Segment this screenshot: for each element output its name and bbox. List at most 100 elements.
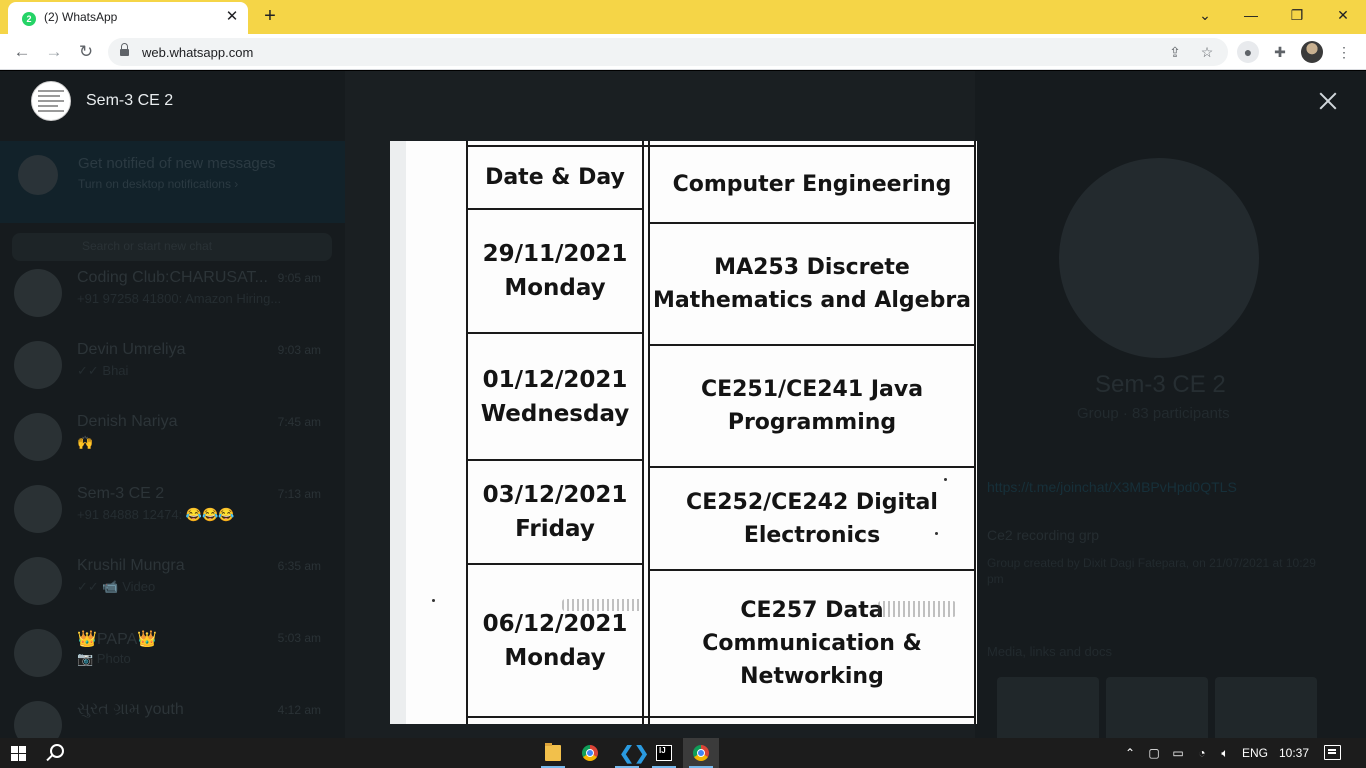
chat-time: 6:35 am	[277, 559, 321, 573]
scan-edge	[390, 141, 406, 724]
media-thumbnail[interactable]	[997, 677, 1099, 738]
chat-time: 9:05 am	[277, 271, 321, 285]
chat-list-panel: Get notified of new messages Turn on des…	[0, 71, 345, 738]
exam-subject-cell: MA253 Discrete Mathematics and Algebra	[652, 255, 972, 313]
group-avatar[interactable]	[31, 81, 71, 121]
close-window-button[interactable]: ✕	[1330, 4, 1356, 26]
chat-item[interactable]: 👑PAPA👑 5:03 am 📷 Photo	[0, 617, 345, 689]
group-created-info: Group created by Dixit Dagi Fatepara, on…	[987, 556, 1316, 586]
exam-date-cell: 06/12/2021 Monday	[482, 610, 628, 671]
group-link[interactable]: https://t.me/joinchat/X3MBPvHpd0QTLS	[987, 479, 1237, 495]
chat-last-message: ✓✓ Bhai	[77, 363, 129, 378]
windows-taskbar: ❮❯ IJ ⌃ ▢ ▭ ◔ 🔈︎ ENG 10:37	[0, 738, 1366, 768]
chat-item[interactable]: Devin Umreliya 9:03 am ✓✓ Bhai	[0, 329, 345, 401]
group-description: Ce2 recording grp	[987, 527, 1100, 543]
lock-icon[interactable]	[120, 43, 129, 57]
chat-time: 9:03 am	[277, 343, 321, 357]
tab-search-chevron-icon[interactable]: ⌄	[1192, 4, 1218, 26]
exam-subject-cell: CE251/CE241 Java Programming	[700, 377, 924, 435]
exam-date-cell: 29/11/2021 Monday	[482, 241, 628, 301]
whatsapp-favicon-icon: 2	[22, 12, 36, 26]
tab-strip: 2 (2) WhatsApp ✕ + ⌄ — ❐ ✕	[0, 0, 1366, 34]
notification-title: Get notified of new messages	[78, 155, 276, 172]
volume-icon[interactable]: 🔈︎	[1215, 738, 1235, 768]
table-rule	[974, 141, 976, 724]
chrome-taskbar-button[interactable]	[572, 738, 608, 768]
minimize-button[interactable]: —	[1238, 4, 1264, 26]
chat-last-message: 📷 Photo	[77, 651, 131, 666]
avatar	[14, 485, 62, 533]
meet-now-icon[interactable]: ▢	[1144, 738, 1164, 768]
chat-last-message: +91 84888 12474: 😂😂😂	[77, 507, 235, 522]
close-viewer-icon[interactable]	[1316, 89, 1340, 113]
chat-time: 7:13 am	[277, 487, 321, 501]
chat-time: 5:03 am	[277, 631, 321, 645]
group-avatar[interactable]	[1059, 158, 1259, 358]
forward-button[interactable]: →	[42, 40, 66, 64]
exam-subject-cell: CE257 Data Communication & Networking	[702, 598, 922, 689]
avatar	[14, 413, 62, 461]
wifi-icon[interactable]: ◔	[1192, 738, 1212, 768]
chat-name: 👑PAPA👑	[77, 631, 158, 648]
file-explorer-button[interactable]	[535, 738, 571, 768]
new-tab-button[interactable]: +	[258, 5, 282, 29]
chat-item[interactable]: Denish Nariya 7:45 am 🙌	[0, 401, 345, 473]
media-thumbnail[interactable]	[1106, 677, 1208, 738]
bookmark-star-icon[interactable]: ☆	[1196, 42, 1218, 62]
chat-last-message: +91 97258 41800: Amazon Hiring...	[77, 291, 282, 306]
bell-off-icon	[18, 155, 58, 195]
avatar	[14, 269, 62, 317]
tab-whatsapp[interactable]: 2 (2) WhatsApp ✕	[8, 2, 248, 34]
profile-avatar[interactable]	[1301, 41, 1323, 63]
avatar	[14, 557, 62, 605]
notification-subtitle[interactable]: Turn on desktop notifications ›	[78, 177, 238, 191]
tab-close-icon[interactable]: ✕	[222, 7, 242, 27]
exam-timetable-image[interactable]: Date & Day Computer Engineering 29/11/20…	[390, 141, 977, 724]
scan-speck	[432, 599, 435, 602]
chrome-menu-icon[interactable]: ⋮	[1333, 41, 1355, 63]
chat-item[interactable]: Krushil Mungra 6:35 am ✓✓ 📹 Video	[0, 545, 345, 617]
chrome-active-taskbar-button[interactable]	[683, 738, 719, 768]
chat-name: સુરત ગ્રામ youth	[77, 701, 184, 718]
taskbar-clock[interactable]: 10:37	[1274, 738, 1314, 768]
address-bar[interactable]: web.whatsapp.com ⇪ ☆	[108, 38, 1228, 66]
url-text[interactable]: web.whatsapp.com	[142, 45, 253, 60]
chat-name: Devin Umreliya	[77, 341, 186, 358]
intellij-icon: IJ	[656, 745, 672, 761]
show-hidden-icons-chevron-icon[interactable]: ⌃	[1120, 738, 1140, 768]
extensions-puzzle-icon[interactable]: ✚	[1269, 41, 1291, 63]
avatar	[14, 341, 62, 389]
chat-time: 4:12 am	[277, 703, 321, 717]
media-viewer-chat-name[interactable]: Sem-3 CE 2	[86, 92, 173, 110]
search-icon[interactable]	[46, 744, 64, 762]
battery-icon[interactable]: ▭	[1168, 738, 1188, 768]
action-center-icon[interactable]	[1324, 745, 1341, 760]
chat-item[interactable]: સુરત ગ્રામ youth 4:12 am	[0, 689, 345, 738]
windows-start-icon[interactable]	[11, 746, 26, 761]
exam-subject-cell: CE252/CE242 Digital Electronics	[686, 489, 938, 548]
chat-name: Krushil Mungra	[77, 557, 185, 574]
header-date-day: Date & Day	[485, 165, 625, 190]
language-indicator[interactable]: ENG	[1240, 738, 1270, 768]
extension-owl-icon[interactable]: ●	[1237, 41, 1259, 63]
folder-icon	[545, 743, 561, 761]
group-name: Sem-3 CE 2	[1095, 371, 1226, 398]
avatar	[14, 701, 62, 738]
vscode-taskbar-button[interactable]: ❮❯	[609, 738, 649, 768]
back-button[interactable]: ←	[10, 40, 34, 64]
media-links-docs-label[interactable]: Media, links and docs	[987, 644, 1112, 659]
chat-item[interactable]: Coding Club:CHARUSAT... 9:05 am +91 9725…	[0, 257, 345, 329]
reload-button[interactable]: ↻	[74, 40, 98, 64]
intellij-taskbar-button[interactable]: IJ	[646, 738, 682, 768]
chat-item[interactable]: Sem-3 CE 2 7:13 am +91 84888 12474: 😂😂😂	[0, 473, 345, 545]
group-participants: Group · 83 participants	[1077, 405, 1230, 422]
chat-name: Coding Club:CHARUSAT...	[77, 269, 268, 286]
table-rule	[642, 141, 644, 724]
notification-banner[interactable]: Get notified of new messages Turn on des…	[0, 141, 345, 223]
share-icon[interactable]: ⇪	[1164, 42, 1186, 62]
restore-button[interactable]: ❐	[1284, 4, 1310, 26]
scan-speck	[935, 532, 938, 535]
media-thumbnail[interactable]	[1215, 677, 1317, 738]
browser-toolbar: ← → ↻ web.whatsapp.com ⇪ ☆ ● ✚ ⋮	[0, 34, 1366, 70]
exam-date-cell: 03/12/2021 Friday	[482, 482, 628, 542]
